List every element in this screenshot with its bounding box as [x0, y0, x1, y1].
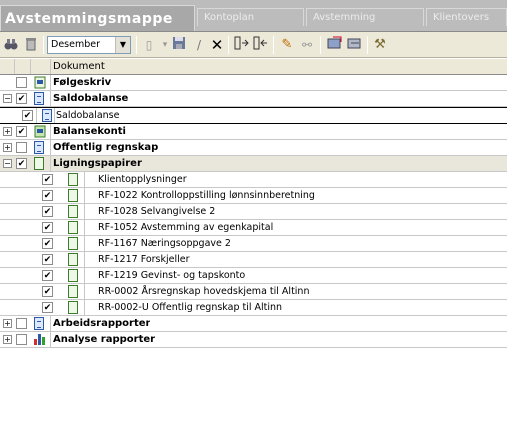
expand-icon[interactable]: +	[3, 335, 12, 344]
green-doc-icon	[34, 157, 44, 170]
tree-row-label: Ligningspapirer	[53, 158, 142, 169]
tree-row-rf-1028[interactable]: ✔ RF-1028 Selvangivelse 2	[0, 204, 507, 220]
checkbox[interactable]: ✔	[42, 286, 53, 297]
checkbox[interactable]: ✔	[16, 93, 27, 104]
checkbox[interactable]: ✔	[42, 222, 53, 233]
tree-row-label: RR-0002-U Offentlig regnskap til Altinn	[98, 302, 283, 313]
empty-area	[0, 404, 507, 439]
collapse-icon[interactable]: −	[3, 159, 12, 168]
checkbox[interactable]: ✔	[42, 190, 53, 201]
checkbox[interactable]: ✔	[16, 126, 27, 137]
tree-row-balansekonti[interactable]: + ✔ Balansekonti	[0, 124, 507, 140]
trash-icon[interactable]	[22, 36, 40, 54]
checkbox[interactable]	[16, 334, 27, 345]
tab-kontoplan[interactable]: Kontoplan	[197, 8, 304, 26]
blue-doc-icon	[34, 141, 44, 154]
tree-row-rr-0002[interactable]: ✔ RR-0002 Årsregnskap hovedskjema til Al…	[0, 284, 507, 300]
tree-row-rf-1219[interactable]: ✔ RF-1219 Gevinst- og tapskonto	[0, 268, 507, 284]
unlink-icon[interactable]: ⚯	[298, 36, 316, 54]
chart-icon	[33, 334, 46, 345]
expand-icon[interactable]: +	[3, 127, 12, 136]
tab-bar: Avstemmingsmappe Kontoplan Avstemming Kl…	[0, 0, 507, 32]
checkbox[interactable]: ✔	[42, 174, 53, 185]
green-doc-icon	[68, 269, 78, 282]
checkbox[interactable]: ✔	[22, 110, 33, 121]
collapse-icon[interactable]: −	[3, 94, 12, 103]
blue-doc-icon	[42, 109, 52, 122]
toolbar: Desember ▼ ▯ ▾ / ✕ ✎ ⚯ ⚒	[0, 32, 507, 58]
checkbox[interactable]	[16, 318, 27, 329]
tree-row-label: Klientopplysninger	[98, 174, 187, 185]
tree-row-rf-1217[interactable]: ✔ RF-1217 Forskjeller	[0, 252, 507, 268]
tree-row-offentlig-regnskap[interactable]: + Offentlig regnskap	[0, 140, 507, 156]
tree-row-label: Saldobalanse	[53, 93, 129, 104]
tree-row-klientopplysninger[interactable]: ✔ Klientopplysninger	[0, 172, 507, 188]
blue-doc-icon	[34, 92, 44, 105]
tree-row-rr-0002-u[interactable]: ✔ RR-0002-U Offentlig regnskap til Altin…	[0, 300, 507, 316]
expand-icon[interactable]: +	[3, 143, 12, 152]
checkbox[interactable]: ✔	[42, 238, 53, 249]
checkbox[interactable]	[16, 142, 27, 153]
green-doc-icon	[68, 237, 78, 250]
tree-row-folgeskriv[interactable]: Følgeskriv	[0, 75, 507, 91]
tree-row-saldobalanse-report[interactable]: ✔ Saldobalanse	[0, 107, 507, 124]
tree-row-ligningspapirer[interactable]: − ✔ Ligningspapirer	[0, 156, 507, 172]
folder-in-icon[interactable]	[326, 36, 344, 54]
tree-row-label: RF-1219 Gevinst- og tapskonto	[98, 270, 246, 281]
save-icon[interactable]	[170, 36, 188, 54]
tree-row-label: RF-1022 Kontrolloppstilling lønnsinnbere…	[98, 190, 315, 201]
green-doc-icon	[34, 76, 47, 92]
checkbox[interactable]: ✔	[42, 270, 53, 281]
column-header-dokument[interactable]: Dokument	[53, 59, 105, 74]
month-select-value: Desember	[51, 39, 100, 50]
tab-klientoversikt[interactable]: Klientovers	[426, 8, 507, 26]
tree-row-label: RF-1217 Forskjeller	[98, 254, 190, 265]
checkbox[interactable]: ✔	[16, 158, 27, 169]
document-tree-grid: Dokument Følgeskriv − ✔ Saldobalanse ✔ S…	[0, 59, 507, 404]
folder-out-icon[interactable]	[346, 36, 364, 54]
grid-header: Dokument	[0, 59, 507, 75]
green-doc-icon	[34, 125, 47, 141]
tree-row-label: Følgeskriv	[53, 77, 112, 88]
tree-row-label: RF-1028 Selvangivelse 2	[98, 206, 216, 217]
green-doc-icon	[68, 221, 78, 234]
expand-icon[interactable]: +	[3, 319, 12, 328]
blue-doc-icon	[34, 317, 44, 330]
checkbox[interactable]: ✔	[42, 302, 53, 313]
checkbox[interactable]: ✔	[42, 254, 53, 265]
tree-row-label: Analyse rapporter	[53, 334, 156, 345]
green-doc-icon	[68, 301, 78, 314]
checkbox[interactable]: ✔	[42, 206, 53, 217]
tree-row-saldobalanse[interactable]: − ✔ Saldobalanse	[0, 91, 507, 107]
tree-row-label: RF-1052 Avstemming av egenkapital	[98, 222, 274, 233]
checkbox[interactable]	[16, 77, 27, 88]
chevron-down-icon[interactable]: ▼	[115, 37, 130, 53]
edit-icon[interactable]: /	[190, 36, 208, 54]
green-doc-icon	[68, 189, 78, 202]
tree-row-rf-1022[interactable]: ✔ RF-1022 Kontrolloppstilling lønnsinnbe…	[0, 188, 507, 204]
tools-icon[interactable]: ⚒	[371, 36, 389, 54]
binoculars-icon[interactable]	[2, 36, 20, 54]
pencil-icon[interactable]: ✎	[278, 36, 296, 54]
tab-avstemmingsmappe[interactable]: Avstemmingsmappe	[0, 5, 195, 31]
tree-row-rf-1052[interactable]: ✔ RF-1052 Avstemming av egenkapital	[0, 220, 507, 236]
delete-icon[interactable]: ✕	[208, 36, 226, 54]
tree-row-label: Balansekonti	[53, 126, 126, 137]
tree-row-label: Arbeidsrapporter	[53, 318, 151, 329]
green-doc-icon	[68, 173, 78, 186]
import-icon[interactable]	[233, 36, 251, 54]
tree-row-label: RF-1167 Næringsoppgave 2	[98, 238, 231, 249]
tree-row-analyse-rapporter[interactable]: + Analyse rapporter	[0, 332, 507, 348]
tree-row-arbeidsrapporter[interactable]: + Arbeidsrapporter	[0, 316, 507, 332]
tree-row-rf-1167[interactable]: ✔ RF-1167 Næringsoppgave 2	[0, 236, 507, 252]
export-icon[interactable]	[252, 36, 270, 54]
green-doc-icon	[68, 253, 78, 266]
tab-avstemming[interactable]: Avstemming	[306, 8, 424, 26]
month-select[interactable]: Desember ▼	[47, 36, 131, 54]
green-doc-icon	[68, 285, 78, 298]
green-doc-icon	[68, 205, 78, 218]
tree-row-label: Saldobalanse	[56, 110, 120, 121]
tree-row-label: RR-0002 Årsregnskap hovedskjema til Alti…	[98, 286, 310, 297]
tree-row-label: Offentlig regnskap	[53, 142, 159, 153]
